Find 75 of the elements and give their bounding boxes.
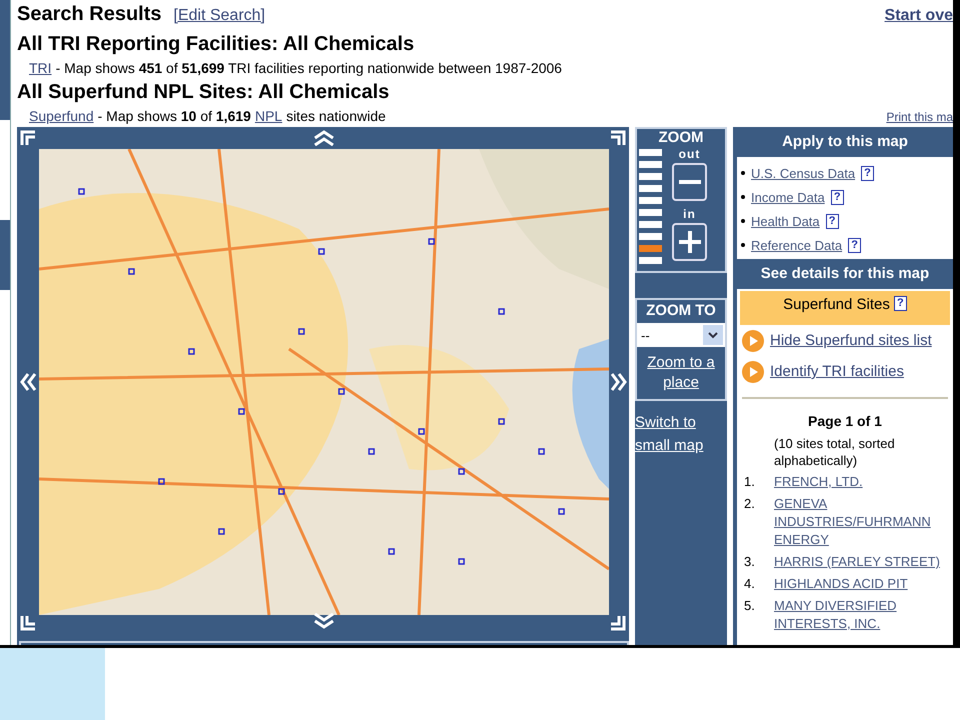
zoom-level[interactable] [639,149,662,156]
action-link[interactable]: Identify TRI facilities [770,363,904,380]
section-heading: All Superfund NPL Sites: All Chemicals [17,80,390,105]
section-heading: All TRI Reporting Facilities: All Chemicals [17,32,416,57]
help-icon[interactable]: ? [830,190,844,204]
page-title: Search Results [17,3,162,26]
site-number: 2. [744,495,756,513]
minus-icon [678,180,700,184]
pan-up-icon[interactable] [313,130,335,146]
help-icon[interactable]: ? [826,214,839,228]
bullet-icon [741,195,745,199]
info-link[interactable]: Superfund [29,105,94,127]
zoom-to-place-link[interactable]: Zoom to a place [637,353,725,393]
start-over-link[interactable]: Start ove [884,7,953,25]
info-text: - Map shows 451 of 51,699 TRI facilities reporting nationwide between 1987-2006 [56,59,562,78]
data-link[interactable]: Income Data [751,190,825,204]
zoom-in-label: in [683,207,696,221]
print-map-link[interactable]: Print this ma [886,106,953,128]
plus-icon [678,231,700,253]
corner-icon [610,615,626,631]
data-link[interactable]: Health Data [751,214,820,228]
pan-down-icon[interactable] [313,613,335,629]
info-link[interactable]: TRI [29,57,52,79]
corner-icon [20,130,36,146]
site-number: 5. [744,597,756,615]
pan-right-icon[interactable] [610,372,628,392]
info-link[interactable]: NPL [254,105,282,127]
small-map-link[interactable]: Switch to small map [635,411,715,457]
data-link[interactable]: U.S. Census Data [751,166,856,180]
zoom-level[interactable] [639,197,662,204]
sidebar-edge [0,220,10,290]
page-label: Page 1 of 1 [807,413,883,429]
zoom-in-button[interactable] [672,223,707,261]
panel-title: Apply to this map [781,132,909,152]
bullet-icon [741,243,745,247]
site-link[interactable]: HARRIS (FARLEY STREET) [774,553,944,571]
zoom-out-label: out [678,147,700,161]
pan-left-icon[interactable] [19,372,37,392]
zoom-title: ZOOM [658,129,704,147]
data-link[interactable]: Reference Data [751,238,842,252]
info-text: sites nationwide [286,107,386,126]
zoom-out-button[interactable] [672,163,707,201]
zoom-level[interactable] [639,173,662,180]
help-icon[interactable]: ? [894,296,907,311]
superfund-title: Superfund Sites [783,296,890,313]
corner-icon [610,130,626,146]
site-number: 4. [744,575,756,593]
zoom-level[interactable] [639,185,662,192]
sites-note: (10 sites total, sorted alphabetically) [774,435,896,469]
place-select[interactable]: -- [637,323,725,347]
zoom-level[interactable] [639,209,662,216]
panel-title: See details for this map [760,264,930,284]
play-icon [742,330,764,352]
zoom-to-title: ZOOM TO [646,302,716,320]
site-link[interactable]: HIGHLANDS ACID PIT [774,575,944,593]
help-icon[interactable]: ? [861,166,874,180]
zoom-level[interactable] [639,221,662,228]
site-number: 3. [744,553,756,571]
site-link[interactable]: MANY DIVERSIFIED INTERESTS, INC. [774,597,944,633]
corner-icon [20,615,36,631]
zoom-level[interactable] [639,245,662,252]
zoom-level[interactable] [639,161,662,168]
help-icon[interactable]: ? [848,238,862,252]
zoom-level[interactable] [639,233,662,240]
bullet-icon [741,171,745,175]
bullet-icon [741,219,745,223]
site-link[interactable]: GENEVA INDUSTRIES/FUHRMANN ENERGY [774,495,944,549]
caret-icon [703,325,723,345]
info-text: - Map shows 10 of 1,619 [98,107,251,126]
zoom-level[interactable] [639,257,662,264]
site-number: 1. [744,473,756,491]
play-icon [742,360,764,382]
site-link[interactable]: FRENCH, LTD. [774,473,944,491]
edit-search-link[interactable]: [Edit Search] [174,7,266,25]
action-link[interactable]: Hide Superfund sites list [770,332,932,349]
